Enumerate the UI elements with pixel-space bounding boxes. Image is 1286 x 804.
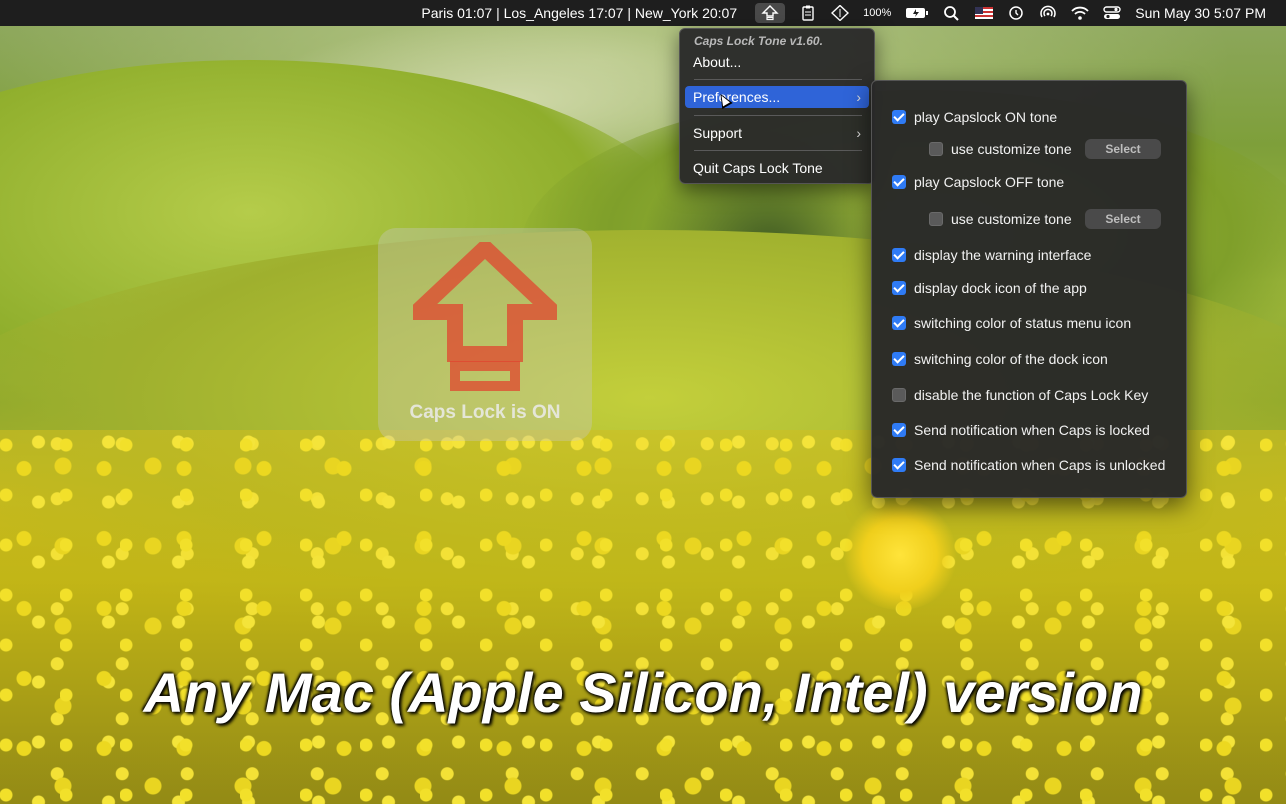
control-center-icon	[1103, 6, 1121, 19]
airdrop-icon	[1040, 5, 1056, 18]
caps-lock-tone-status-item[interactable]	[755, 3, 786, 23]
option-label: play Capslock ON tone	[914, 109, 1058, 125]
promo-caption: Any Mac (Apple Silicon, Intel) version	[143, 661, 1143, 724]
option-label: use customize tone	[951, 211, 1072, 227]
option-play-off-tone[interactable]: play Capslock OFF tone	[892, 174, 1064, 190]
checkbox-checked[interactable]	[892, 316, 906, 330]
menu-item-label: Preferences...	[693, 89, 781, 105]
option-label: play Capslock OFF tone	[914, 174, 1065, 190]
checkbox-unchecked[interactable]	[892, 388, 906, 402]
clipboard-status-item[interactable]	[799, 5, 817, 21]
option-label: disable the function of Caps Lock Key	[914, 387, 1149, 403]
option-dock-icon[interactable]: display dock icon of the app	[892, 280, 1087, 296]
wifi-status-item[interactable]	[1071, 5, 1089, 21]
chevron-right-icon: ›	[856, 125, 861, 141]
input-source[interactable]	[975, 7, 994, 19]
option-label: Send notification when Caps is unlocked	[914, 457, 1166, 473]
option-dock-icon-color[interactable]: switching color of the dock icon	[892, 351, 1108, 367]
caps-lock-tone-menu: Caps Lock Tone v1.60. About... Preferenc…	[679, 28, 875, 184]
checkbox-checked[interactable]	[892, 281, 906, 295]
menu-item-about[interactable]: About...	[685, 51, 869, 73]
option-status-icon-color[interactable]: switching color of status menu icon	[892, 315, 1131, 331]
menu-item-quit[interactable]: Quit Caps Lock Tone	[685, 157, 869, 179]
option-label: Send notification when Caps is locked	[914, 422, 1150, 438]
spotlight-search[interactable]	[943, 5, 961, 21]
preferences-submenu: play Capslock ON tone use customize tone…	[871, 80, 1187, 498]
option-notify-locked[interactable]: Send notification when Caps is locked	[892, 422, 1150, 438]
option-disable-caps-key[interactable]: disable the function of Caps Lock Key	[892, 387, 1148, 403]
menu-separator	[694, 115, 862, 116]
menu-app-version: Caps Lock Tone v1.60.	[694, 34, 823, 48]
select-off-tone-button[interactable]: Select	[1085, 209, 1161, 229]
caps-lock-hud-label: Caps Lock is ON	[409, 402, 561, 423]
caps-lock-arrow-icon	[413, 242, 557, 391]
option-notify-unlocked[interactable]: Send notification when Caps is unlocked	[892, 457, 1165, 473]
menu-item-support[interactable]: Support ›	[685, 122, 869, 144]
menu-bar: Paris 01:07 | Los_Angeles 17:07 | New_Yo…	[0, 0, 1286, 26]
world-clock[interactable]: Paris 01:07 | Los_Angeles 17:07 | New_Yo…	[421, 5, 737, 21]
time-machine-status-item[interactable]	[1007, 5, 1025, 21]
menu-item-label: Support	[693, 125, 743, 141]
option-label: use customize tone	[951, 141, 1072, 157]
menu-item-label: About...	[693, 54, 742, 70]
control-center[interactable]	[1103, 5, 1121, 21]
checkbox-checked[interactable]	[892, 175, 906, 189]
option-label: switching color of status menu icon	[914, 315, 1132, 331]
checkbox-checked[interactable]	[892, 110, 906, 124]
option-label: display dock icon of the app	[914, 280, 1087, 296]
diamond-icon	[831, 5, 850, 21]
menu-item-preferences[interactable]: Preferences... ›	[685, 86, 869, 108]
zoom-level[interactable]: 100%	[863, 7, 891, 19]
diamond-status-item[interactable]	[831, 5, 850, 21]
checkbox-unchecked[interactable]	[929, 142, 943, 156]
caps-lock-tone-icon	[761, 5, 779, 21]
wallpaper-flower-closeup	[840, 500, 960, 610]
menu-item-label: Quit Caps Lock Tone	[693, 160, 823, 176]
checkbox-checked[interactable]	[892, 352, 906, 366]
menu-separator	[694, 79, 862, 80]
checkbox-unchecked[interactable]	[929, 212, 943, 226]
time-machine-icon	[1009, 6, 1023, 20]
caps-lock-hud: Caps Lock is ON	[378, 228, 592, 441]
us-flag-icon	[975, 7, 994, 19]
checkbox-checked[interactable]	[892, 248, 906, 262]
checkbox-checked[interactable]	[892, 458, 906, 472]
battery-icon	[906, 8, 929, 18]
select-on-tone-button[interactable]: Select	[1085, 139, 1161, 159]
wifi-icon	[1071, 6, 1089, 20]
option-warning-interface[interactable]: display the warning interface	[892, 247, 1091, 263]
option-label: display the warning interface	[914, 247, 1092, 263]
chevron-right-icon: ›	[856, 89, 861, 105]
option-custom-off-tone[interactable]: use customize tone	[929, 211, 1072, 227]
option-label: switching color of the dock icon	[914, 351, 1108, 367]
airdrop-status-item[interactable]	[1039, 5, 1057, 21]
battery-status-item[interactable]	[905, 5, 929, 21]
option-play-on-tone[interactable]: play Capslock ON tone	[892, 109, 1057, 125]
search-icon	[944, 6, 959, 21]
option-custom-on-tone[interactable]: use customize tone	[929, 141, 1072, 157]
menubar-datetime[interactable]: Sun May 30 5:07 PM	[1135, 5, 1266, 21]
checkbox-checked[interactable]	[892, 423, 906, 437]
clipboard-icon	[802, 5, 814, 21]
menu-separator	[694, 150, 862, 151]
